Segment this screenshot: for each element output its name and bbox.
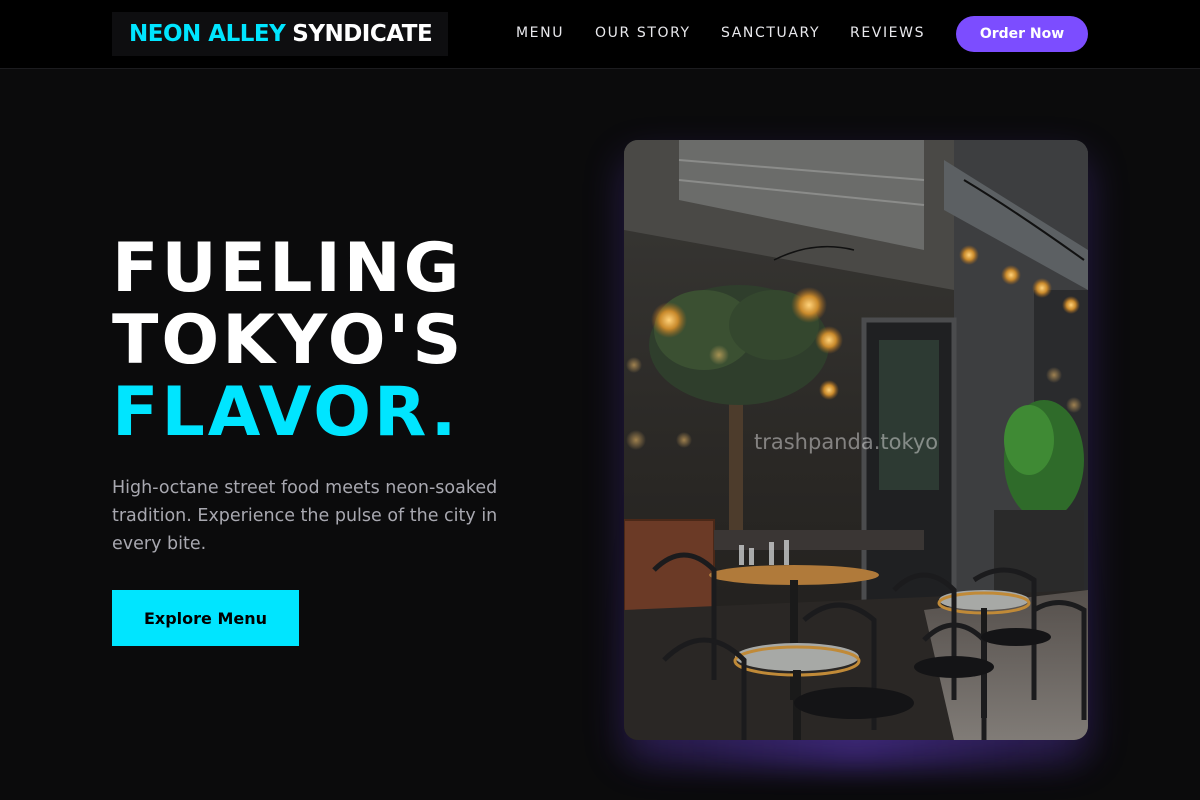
image-watermark: trashpanda.tokyo — [754, 430, 939, 454]
nav-link-reviews[interactable]: REVIEWS — [850, 25, 925, 41]
logo-part-1: NEON ALLEY — [129, 21, 286, 47]
hero-title: FUELING TOKYO'S FLAVOR. — [112, 233, 464, 449]
hero-title-line-1: FUELING — [112, 229, 463, 308]
explore-menu-button[interactable]: Explore Menu — [112, 590, 299, 646]
top-navbar: NEON ALLEY SYNDICATE MENU OUR STORY SANC… — [0, 0, 1200, 69]
hero-subtitle: High-octane street food meets neon-soake… — [112, 478, 498, 554]
nav-link-menu[interactable]: MENU — [516, 25, 564, 41]
logo-part-2: SYNDICATE — [292, 21, 433, 47]
hero-image: trashpanda.tokyo — [624, 140, 1088, 740]
nav-link-sanctuary[interactable]: SANCTUARY — [721, 25, 820, 41]
hero-title-line-2: TOKYO'S — [112, 301, 465, 380]
order-now-button[interactable]: Order Now — [956, 16, 1088, 52]
hero-title-line-3: FLAVOR. — [112, 373, 460, 452]
brand-logo[interactable]: NEON ALLEY SYNDICATE — [112, 12, 448, 56]
nav-link-our-story[interactable]: OUR STORY — [595, 25, 691, 41]
